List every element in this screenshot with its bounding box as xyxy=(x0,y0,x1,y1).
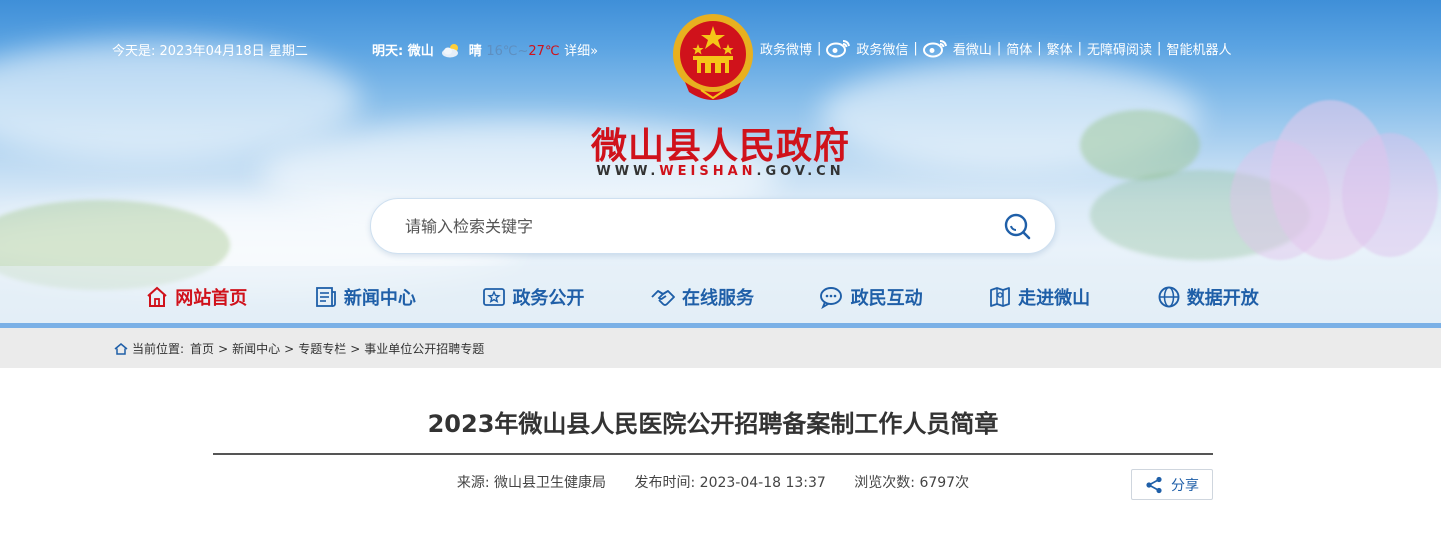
nav-online-service[interactable]: 在线服务 xyxy=(618,266,787,328)
nav-home[interactable]: 网站首页 xyxy=(112,266,281,328)
divider: | xyxy=(1157,40,1162,56)
nav-label: 政民互动 xyxy=(850,288,923,309)
temp-separator: ~ xyxy=(517,44,529,59)
sun-cloud-icon xyxy=(441,42,461,62)
nav-label: 新闻中心 xyxy=(343,288,416,309)
share-button[interactable]: 分享 xyxy=(1131,469,1213,500)
article-meta: 来源: 微山县卫生健康局 发布时间: 2023-04-18 13:37 浏览次数… xyxy=(213,472,1213,492)
weibo-icon xyxy=(922,38,949,58)
link-robot[interactable]: 智能机器人 xyxy=(1166,39,1231,58)
article-views: 浏览次数: 6797次 xyxy=(854,475,970,491)
weather-label: 明天: 微山 xyxy=(372,44,434,59)
link-gov-weibo[interactable]: 政务微博 xyxy=(760,39,812,58)
weather-condition: 晴 xyxy=(468,44,482,59)
nav-label: 网站首页 xyxy=(175,288,248,309)
breadcrumb-item-home[interactable]: 首页 xyxy=(190,340,214,357)
article-title: 2023年微山县人民医院公开招聘备案制工作人员简章 xyxy=(427,410,999,438)
breadcrumb-item-recruitment[interactable]: 事业单位公开招聘专题 xyxy=(364,340,484,357)
title-divider xyxy=(213,453,1213,455)
weibo-icon xyxy=(826,38,852,58)
chat-icon xyxy=(819,287,842,309)
top-links: 政务微博 | 政务微信 | 看微山 | 简体 | 繁体 | 无障碍阅读 | 智能… xyxy=(760,38,1231,58)
national-emblem-icon xyxy=(673,14,753,100)
handshake-icon xyxy=(651,290,675,306)
map-icon xyxy=(990,287,1011,307)
nav-interaction[interactable]: 政民互动 xyxy=(786,266,955,328)
search-box xyxy=(370,198,1056,254)
domain-suffix: .GOV.CN xyxy=(756,164,845,179)
weather-detail-link[interactable]: 详细» xyxy=(564,44,598,59)
nav-label: 走进微山 xyxy=(1018,288,1091,309)
temp-low: 16℃ xyxy=(486,44,518,59)
breadcrumb-bar: 当前位置: 首页 > 新闻中心 > 专题专栏 > 事业单位公开招聘专题 xyxy=(0,328,1441,368)
divider: | xyxy=(996,40,1002,56)
nav-gov-affairs[interactable]: 政务公开 xyxy=(449,266,618,328)
search-input[interactable] xyxy=(405,199,965,253)
link-accessibility[interactable]: 无障碍阅读 xyxy=(1087,39,1152,58)
weather-widget: 明天: 微山 晴 16℃~27℃ 详细» xyxy=(372,40,598,62)
divider: | xyxy=(1077,40,1083,56)
globe-icon xyxy=(1158,286,1180,308)
link-gov-wechat[interactable]: 政务微信 xyxy=(856,39,908,58)
home-icon xyxy=(114,342,128,355)
nav-label: 政务公开 xyxy=(512,288,585,309)
breadcrumb-separator: > xyxy=(284,341,295,356)
domain-highlight: WEISHAN xyxy=(659,164,757,179)
home-icon xyxy=(147,286,167,307)
breadcrumb: 当前位置: 首页 > 新闻中心 > 专题专栏 > 事业单位公开招聘专题 xyxy=(114,340,484,357)
breadcrumb-item-special[interactable]: 专题专栏 xyxy=(298,340,346,357)
breadcrumb-item-news[interactable]: 新闻中心 xyxy=(232,340,280,357)
nav-label: 数据开放 xyxy=(1186,288,1259,309)
share-icon xyxy=(1146,476,1162,493)
nav-about-weishan[interactable]: 走进微山 xyxy=(955,266,1124,328)
divider: | xyxy=(1037,40,1042,56)
document-star-icon xyxy=(483,288,506,306)
link-simplified[interactable]: 简体 xyxy=(1006,39,1032,58)
main-nav: 网站首页 新闻中心 政务公开 在线服务 政民互动 走进微山 数据开放 xyxy=(0,266,1441,328)
newspaper-icon xyxy=(315,287,336,307)
breadcrumb-separator: > xyxy=(218,341,229,356)
link-view-weishan[interactable]: 看微山 xyxy=(953,39,992,58)
share-label: 分享 xyxy=(1171,477,1199,494)
article-source: 来源: 微山县卫生健康局 xyxy=(456,475,607,491)
nav-open-data[interactable]: 数据开放 xyxy=(1123,266,1292,328)
divider: | xyxy=(913,40,918,56)
nav-label: 在线服务 xyxy=(682,288,755,309)
article-date: 发布时间: 2023-04-18 13:37 xyxy=(634,475,826,491)
breadcrumb-separator: > xyxy=(350,341,361,356)
domain-prefix: WWW. xyxy=(596,164,660,179)
link-traditional[interactable]: 繁体 xyxy=(1047,39,1073,58)
divider: | xyxy=(817,40,822,56)
nav-news[interactable]: 新闻中心 xyxy=(281,266,450,328)
site-header: 今天是: 2023年04月18日 星期二 明天: 微山 晴 16℃~27℃ 详细… xyxy=(0,0,1441,328)
current-date: 今天是: 2023年04月18日 星期二 xyxy=(112,44,308,59)
site-domain: WWW.WEISHAN.GOV.CN xyxy=(0,164,1441,179)
breadcrumb-label: 当前位置: xyxy=(132,342,185,356)
search-icon[interactable] xyxy=(1003,212,1031,240)
temp-high: 27℃ xyxy=(528,44,560,59)
site-name[interactable]: 微山县人民政府 xyxy=(0,117,1441,169)
